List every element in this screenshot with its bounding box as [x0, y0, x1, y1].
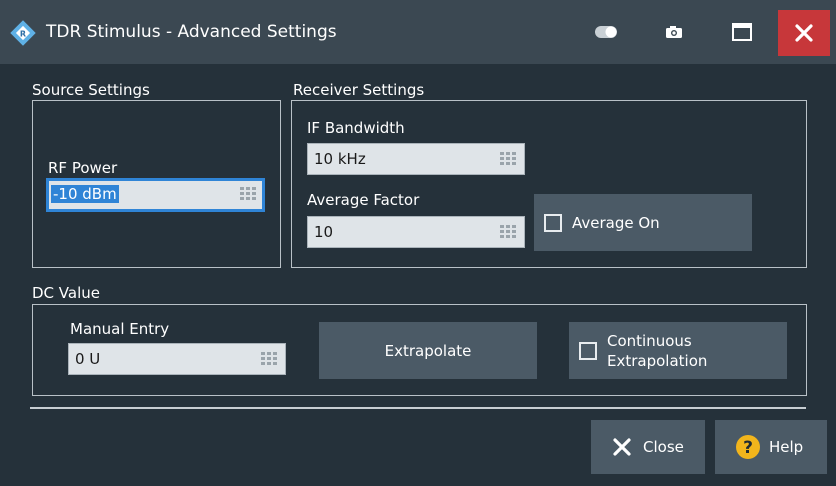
keypad-icon	[500, 152, 516, 165]
continuous-extrapolation-label: Continuous Extrapolation	[607, 331, 707, 371]
dialog-window: R TDR Stimulus - Advanced Settings Sourc…	[0, 0, 836, 486]
continuous-extrapolation-checkbox[interactable]	[579, 341, 597, 360]
camera-icon	[666, 26, 682, 38]
toggle-button[interactable]	[586, 14, 626, 50]
window-title: TDR Stimulus - Advanced Settings	[46, 22, 337, 42]
keypad-icon	[500, 225, 516, 238]
extrapolate-label: Extrapolate	[384, 341, 472, 360]
extrapolate-button[interactable]: Extrapolate	[319, 322, 537, 379]
footer-divider	[30, 407, 806, 409]
average-on-toggle[interactable]: Average On	[534, 194, 752, 251]
average-factor-label: Average Factor	[307, 191, 420, 209]
if-bandwidth-value: 10 kHz	[314, 150, 366, 168]
app-logo-icon: R	[10, 20, 36, 46]
rf-power-label: RF Power	[48, 159, 118, 177]
average-on-checkbox[interactable]	[544, 213, 562, 232]
receiver-settings-label: Receiver Settings	[293, 81, 425, 99]
help-button-label: Help	[769, 438, 804, 456]
svg-text:R: R	[20, 30, 26, 39]
average-factor-field[interactable]: 10	[307, 216, 525, 248]
manual-entry-value: 0 U	[75, 350, 101, 368]
manual-entry-field[interactable]: 0 U	[68, 343, 286, 375]
if-bandwidth-field[interactable]: 10 kHz	[307, 143, 525, 175]
continuous-label-line2: Extrapolation	[607, 351, 708, 370]
maximize-button[interactable]	[720, 14, 764, 50]
if-bandwidth-label: IF Bandwidth	[307, 119, 405, 137]
average-factor-value: 10	[314, 223, 334, 241]
keypad-icon	[240, 187, 256, 200]
source-settings-label: Source Settings	[32, 81, 150, 99]
title-bar[interactable]: R TDR Stimulus - Advanced Settings	[0, 0, 836, 64]
average-on-label: Average On	[572, 213, 660, 232]
svg-text:?: ?	[743, 438, 753, 458]
help-icon: ?	[736, 435, 760, 459]
screenshot-button[interactable]	[654, 14, 694, 50]
maximize-icon	[732, 23, 752, 41]
rf-power-value: -10 dBm	[51, 185, 119, 203]
help-button[interactable]: ? Help	[715, 420, 827, 474]
close-button-label: Close	[643, 438, 684, 456]
close-icon	[795, 24, 813, 42]
window-close-button[interactable]	[778, 10, 830, 56]
close-button[interactable]: Close	[591, 420, 705, 474]
keypad-icon	[261, 352, 277, 365]
rf-power-field[interactable]: -10 dBm	[46, 178, 265, 212]
toggle-icon	[595, 26, 617, 38]
continuous-label-line1: Continuous	[607, 331, 692, 350]
manual-entry-label: Manual Entry	[70, 320, 170, 338]
dc-value-label: DC Value	[32, 284, 100, 302]
close-x-icon	[613, 438, 631, 456]
continuous-extrapolation-toggle[interactable]: Continuous Extrapolation	[569, 322, 787, 379]
